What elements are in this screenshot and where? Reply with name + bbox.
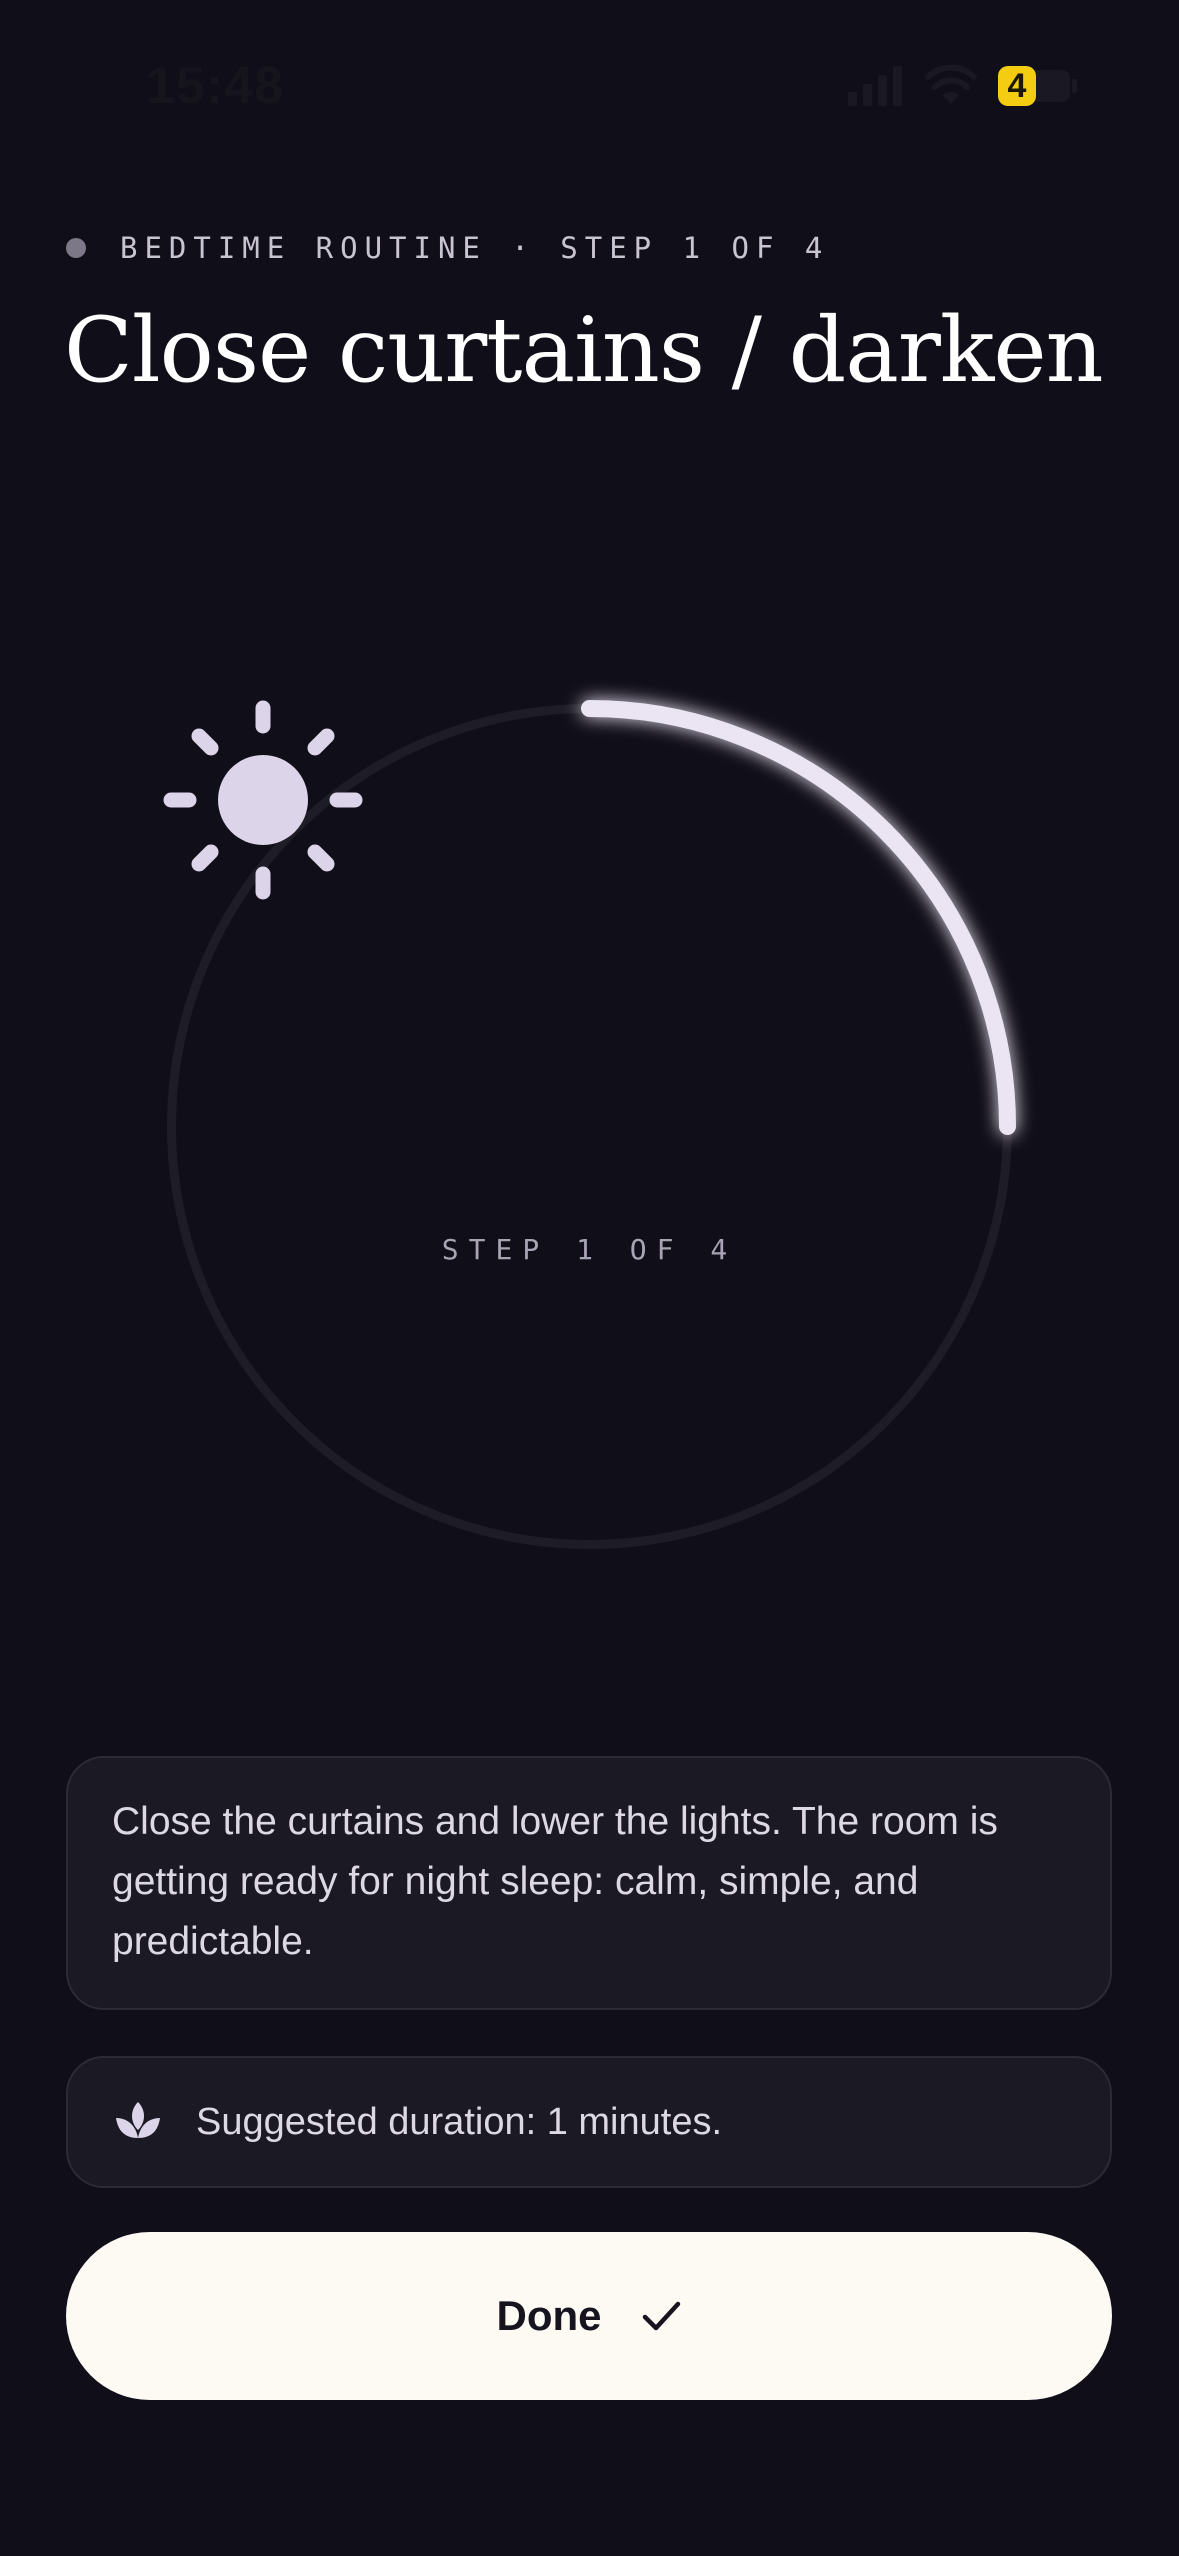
- duration-text: Suggested duration: 1 minutes.: [196, 2100, 723, 2143]
- routine-step-label: BEDTIME ROUTINE · STEP 1 OF 4: [120, 231, 830, 265]
- lotus-icon: [116, 2102, 160, 2138]
- progress-ring-arc: [581, 700, 1016, 1135]
- wifi-icon: [925, 64, 977, 104]
- cellular-signal-icon: [848, 66, 902, 106]
- eyebrow-dot-icon: [66, 238, 86, 258]
- battery-level: 4: [998, 66, 1036, 106]
- description-card: Close the curtains and lower the lights.…: [66, 1756, 1112, 2010]
- progress-ring: STEP 1 OF 4: [163, 700, 1016, 1553]
- duration-card: Suggested duration: 1 minutes.: [66, 2056, 1112, 2188]
- progress-caption: STEP 1 OF 4: [441, 1233, 738, 1266]
- page-title: Close curtains / darken: [64, 298, 1104, 403]
- battery-cap: [1072, 79, 1077, 93]
- done-button[interactable]: Done: [66, 2232, 1112, 2400]
- sun-icon: [163, 700, 363, 900]
- battery-icon: 4: [998, 66, 1078, 108]
- done-button-label: Done: [496, 2292, 602, 2339]
- routine-eyebrow: BEDTIME ROUTINE · STEP 1 OF 4: [66, 226, 829, 270]
- status-time: 15:48: [146, 57, 284, 115]
- check-icon: [642, 2301, 680, 2331]
- status-bar: 15:48 4: [0, 0, 1179, 175]
- description-text: Close the curtains and lower the lights.…: [112, 1800, 998, 1963]
